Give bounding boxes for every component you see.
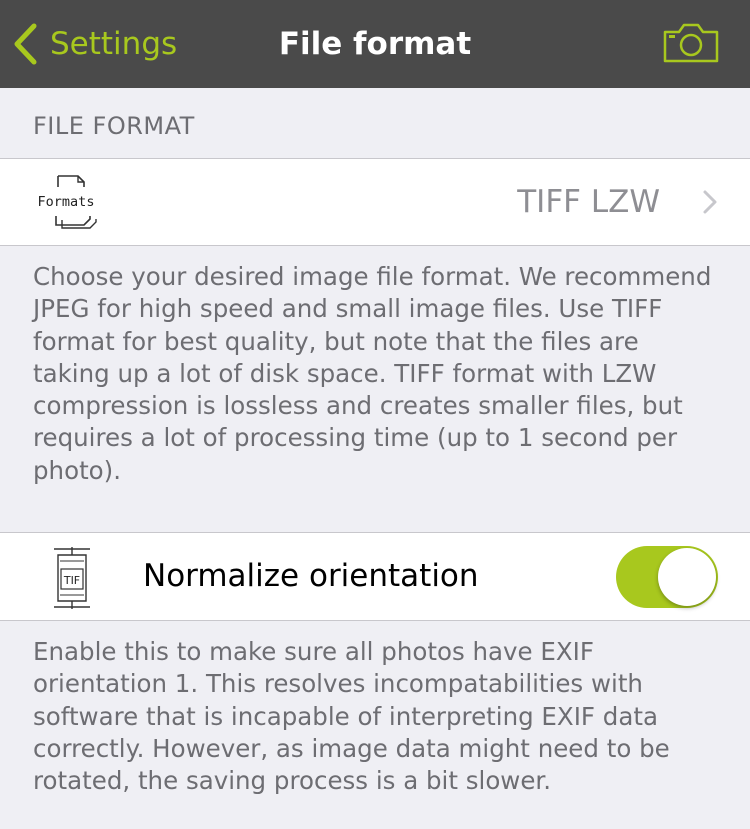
navigation-bar: Settings File format bbox=[0, 0, 750, 88]
chevron-right-icon bbox=[702, 189, 718, 219]
tif-document-icon: TIF bbox=[50, 545, 94, 615]
formats-icon-label: Formats bbox=[38, 194, 94, 210]
toggle-knob bbox=[658, 548, 716, 606]
back-button[interactable]: Settings bbox=[12, 22, 177, 66]
normalize-orientation-label: Normalize orientation bbox=[143, 558, 479, 594]
normalize-orientation-cell: TIF Normalize orientation bbox=[0, 532, 750, 621]
camera-button[interactable] bbox=[662, 22, 720, 68]
chevron-left-icon bbox=[12, 22, 38, 66]
section-header-file-format: FILE FORMAT bbox=[33, 112, 195, 140]
back-label: Settings bbox=[50, 26, 178, 62]
file-format-cell[interactable]: Formats TIFF LZW bbox=[0, 158, 750, 246]
tif-icon-label: TIF bbox=[63, 574, 80, 587]
file-format-value: TIFF LZW bbox=[517, 184, 660, 220]
file-format-description: Choose your desired image file format. W… bbox=[33, 262, 712, 485]
formats-icon: Formats bbox=[38, 175, 102, 233]
normalize-orientation-description: Enable this to make sure all photos have… bbox=[33, 637, 670, 796]
camera-icon bbox=[662, 23, 720, 68]
normalize-orientation-toggle[interactable] bbox=[616, 546, 718, 608]
